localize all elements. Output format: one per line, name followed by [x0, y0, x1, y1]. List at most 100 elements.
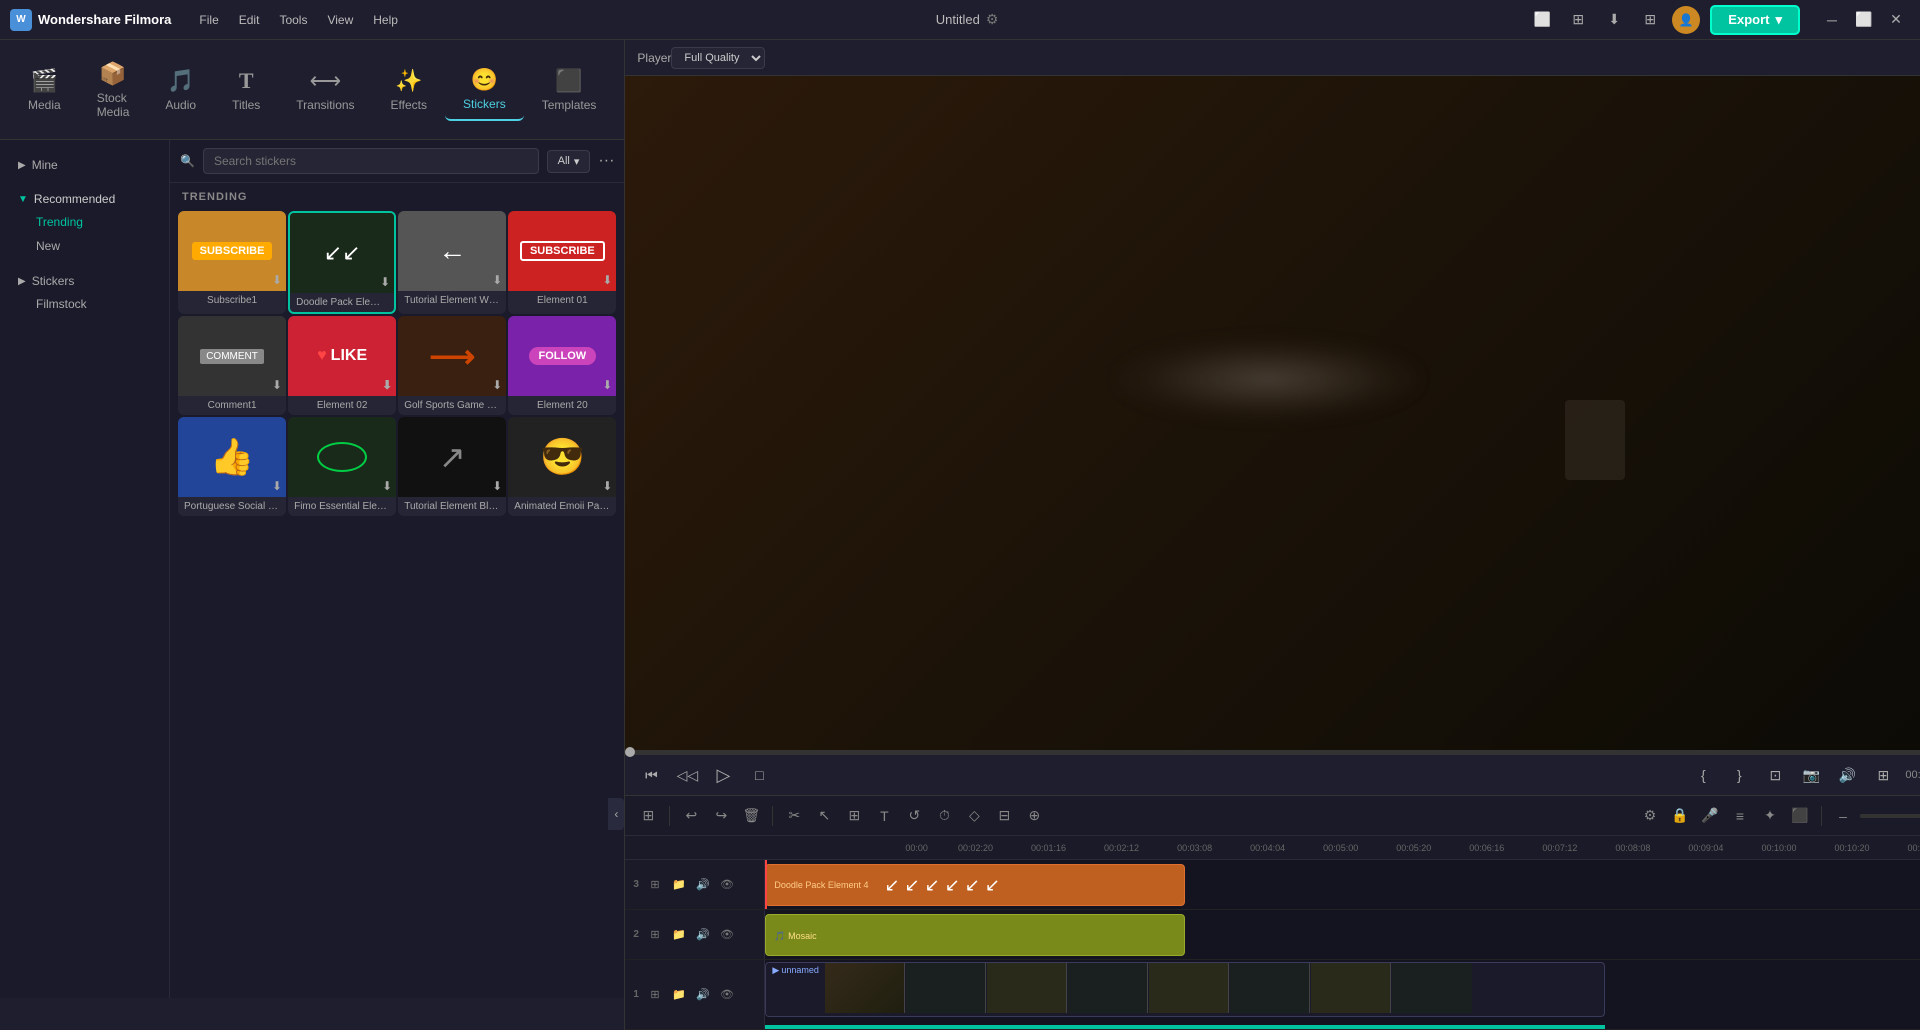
download-icon-11[interactable]: ⬇ [492, 479, 502, 493]
tab-titles[interactable]: T Titles [214, 60, 278, 120]
play-back-button[interactable]: ◁◁ [673, 761, 701, 789]
redo-icon[interactable]: ↪ [708, 803, 734, 829]
grid-item-1[interactable]: SUBSCRIBE ⬇ Subscribe1 [178, 211, 286, 314]
menu-help[interactable]: Help [365, 9, 406, 31]
grid-item-11[interactable]: ↗ ⬇ Tutorial Element Black 3 [398, 417, 506, 516]
sticker-clip[interactable]: Doodle Pack Element 4 ↙ ↙ ↙ ↙ ↙ ↙ [765, 864, 1185, 906]
grid-item-9[interactable]: 👍 ⬇ Portuguese Social Me... [178, 417, 286, 516]
download-icon-6[interactable]: ⬇ [382, 378, 392, 392]
grid-item-5[interactable]: COMMENT ⬇ Comment1 [178, 316, 286, 415]
sidebar-child-trending[interactable]: Trending [12, 210, 157, 234]
tab-stock[interactable]: 📦 Stock Media [79, 53, 148, 127]
crop-icon[interactable]: ⊞ [841, 803, 867, 829]
mic-icon[interactable]: 🎤 [1697, 803, 1723, 829]
export-button[interactable]: Export ▾ [1710, 5, 1800, 35]
track-3-eye-icon[interactable]: 👁 [717, 875, 737, 895]
grid-item-7[interactable]: ⟶ ⬇ Golf Sports Game Pac... [398, 316, 506, 415]
play-button[interactable]: ▷ [709, 761, 737, 789]
track-1-eye-icon[interactable]: 👁 [717, 985, 737, 1005]
scene-icon[interactable]: ⊞ [635, 803, 661, 829]
audio-clip[interactable]: 🎵 Mosaic [765, 914, 1185, 956]
download-icon-12[interactable]: ⬇ [602, 479, 612, 493]
undo-icon[interactable]: ↩ [678, 803, 704, 829]
track-3-folder-icon[interactable]: 📁 [669, 875, 689, 895]
out-point-button[interactable]: } [1725, 761, 1753, 789]
download-icon-7[interactable]: ⬇ [492, 378, 502, 392]
download-icon-2[interactable]: ⬇ [380, 275, 390, 289]
zoom-slider[interactable] [1860, 814, 1920, 818]
track-3-audio-icon[interactable]: 🔊 [693, 875, 713, 895]
color-icon[interactable]: ◇ [961, 803, 987, 829]
filter-dropdown[interactable]: All ▾ [547, 150, 591, 173]
tab-stickers[interactable]: 😊 Stickers [445, 59, 524, 121]
delete-icon[interactable]: 🗑 [738, 803, 764, 829]
track-icon[interactable]: ≡ [1727, 803, 1753, 829]
lock-icon[interactable]: 🔒 [1667, 803, 1693, 829]
download-icon-8[interactable]: ⬇ [602, 378, 612, 392]
menu-view[interactable]: View [319, 9, 361, 31]
track-2-eye-icon[interactable]: 👁 [717, 925, 737, 945]
progress-bar[interactable] [625, 750, 1920, 754]
adjust-icon[interactable]: ⊟ [991, 803, 1017, 829]
icon-layout[interactable]: ⬜ [1528, 6, 1556, 34]
more-options-button[interactable]: ··· [598, 152, 614, 170]
download-icon-1[interactable]: ⬇ [272, 273, 282, 287]
track-2-add-icon[interactable]: ⊞ [645, 925, 665, 945]
tab-transitions[interactable]: ⟷ Transitions [278, 60, 372, 120]
download-icon-5[interactable]: ⬇ [272, 378, 282, 392]
audio-button[interactable]: 🔊 [1833, 761, 1861, 789]
text-icon[interactable]: T [871, 803, 897, 829]
menu-edit[interactable]: Edit [231, 9, 268, 31]
track-1-add-icon[interactable]: ⊞ [645, 985, 665, 1005]
download-icon-10[interactable]: ⬇ [382, 479, 392, 493]
sidebar-parent-mine[interactable]: ▶ Mine [12, 154, 157, 176]
grid-item-12[interactable]: 😎 ⬇ Animated Emoii Pack ... [508, 417, 616, 516]
settings-icon[interactable]: ⚙ [1637, 803, 1663, 829]
snapshot-button[interactable]: 📷 [1797, 761, 1825, 789]
sidebar-parent-recommended[interactable]: ▼ Recommended [12, 188, 157, 210]
zoom-out-icon[interactable]: – [1830, 803, 1856, 829]
tab-media[interactable]: 🎬 Media [10, 60, 79, 120]
download-icon-4[interactable]: ⬇ [602, 273, 612, 287]
tab-effects[interactable]: ✨ Effects [373, 60, 445, 120]
skip-back-button[interactable]: ⏮ [637, 761, 665, 789]
menu-file[interactable]: File [191, 9, 226, 31]
stabilize-icon[interactable]: ⊕ [1021, 803, 1047, 829]
close-button[interactable]: ✕ [1882, 6, 1910, 34]
download-icon-9[interactable]: ⬇ [272, 479, 282, 493]
grid-item-2[interactable]: ↙↙ ⬇ Doodle Pack Element 4 [288, 211, 396, 314]
sidebar-child-new[interactable]: New [12, 234, 157, 258]
quality-select[interactable]: Full Quality [671, 47, 765, 69]
more-button[interactable]: ⊞ [1869, 761, 1897, 789]
cut-icon[interactable]: ✂ [781, 803, 807, 829]
track-2-folder-icon[interactable]: 📁 [669, 925, 689, 945]
track-2-audio-icon[interactable]: 🔊 [693, 925, 713, 945]
icon-avatar[interactable]: 👤 [1672, 6, 1700, 34]
grid-item-8[interactable]: FOLLOW ⬇ Element 20 [508, 316, 616, 415]
maximize-button[interactable]: ⬜ [1850, 6, 1878, 34]
tab-templates[interactable]: ⬛ Templates [524, 60, 615, 120]
grid-item-6[interactable]: ♥LIKE ⬇ Element 02 [288, 316, 396, 415]
stop-button[interactable]: □ [745, 761, 773, 789]
track-1-folder-icon[interactable]: 📁 [669, 985, 689, 1005]
icon-download[interactable]: ⬇ [1600, 6, 1628, 34]
sidebar-parent-stickers[interactable]: ▶ Stickers [12, 270, 157, 292]
track-1-audio-icon[interactable]: 🔊 [693, 985, 713, 1005]
tab-audio[interactable]: 🎵 Audio [147, 60, 214, 120]
in-point-button[interactable]: { [1689, 761, 1717, 789]
collapse-panel-button[interactable]: ‹ [608, 798, 624, 830]
rotate-icon[interactable]: ↺ [901, 803, 927, 829]
sidebar-child-filmstock[interactable]: Filmstock [12, 292, 157, 316]
caption-icon[interactable]: ⬛ [1787, 803, 1813, 829]
icon-apps[interactable]: ⊞ [1636, 6, 1664, 34]
fx-icon[interactable]: ✦ [1757, 803, 1783, 829]
icon-grid[interactable]: ⊞ [1564, 6, 1592, 34]
search-input[interactable] [203, 148, 539, 174]
video-clip[interactable]: ▶ unnamed [765, 962, 1605, 1017]
grid-item-4[interactable]: SUBSCRIBE ⬇ Element 01 [508, 211, 616, 314]
minimize-button[interactable]: ─ [1818, 6, 1846, 34]
fit-button[interactable]: ⊡ [1761, 761, 1789, 789]
grid-item-10[interactable]: ⬇ Fimo Essential Elem... [288, 417, 396, 516]
menu-tools[interactable]: Tools [271, 9, 315, 31]
clock-icon[interactable]: ⏱ [931, 803, 957, 829]
